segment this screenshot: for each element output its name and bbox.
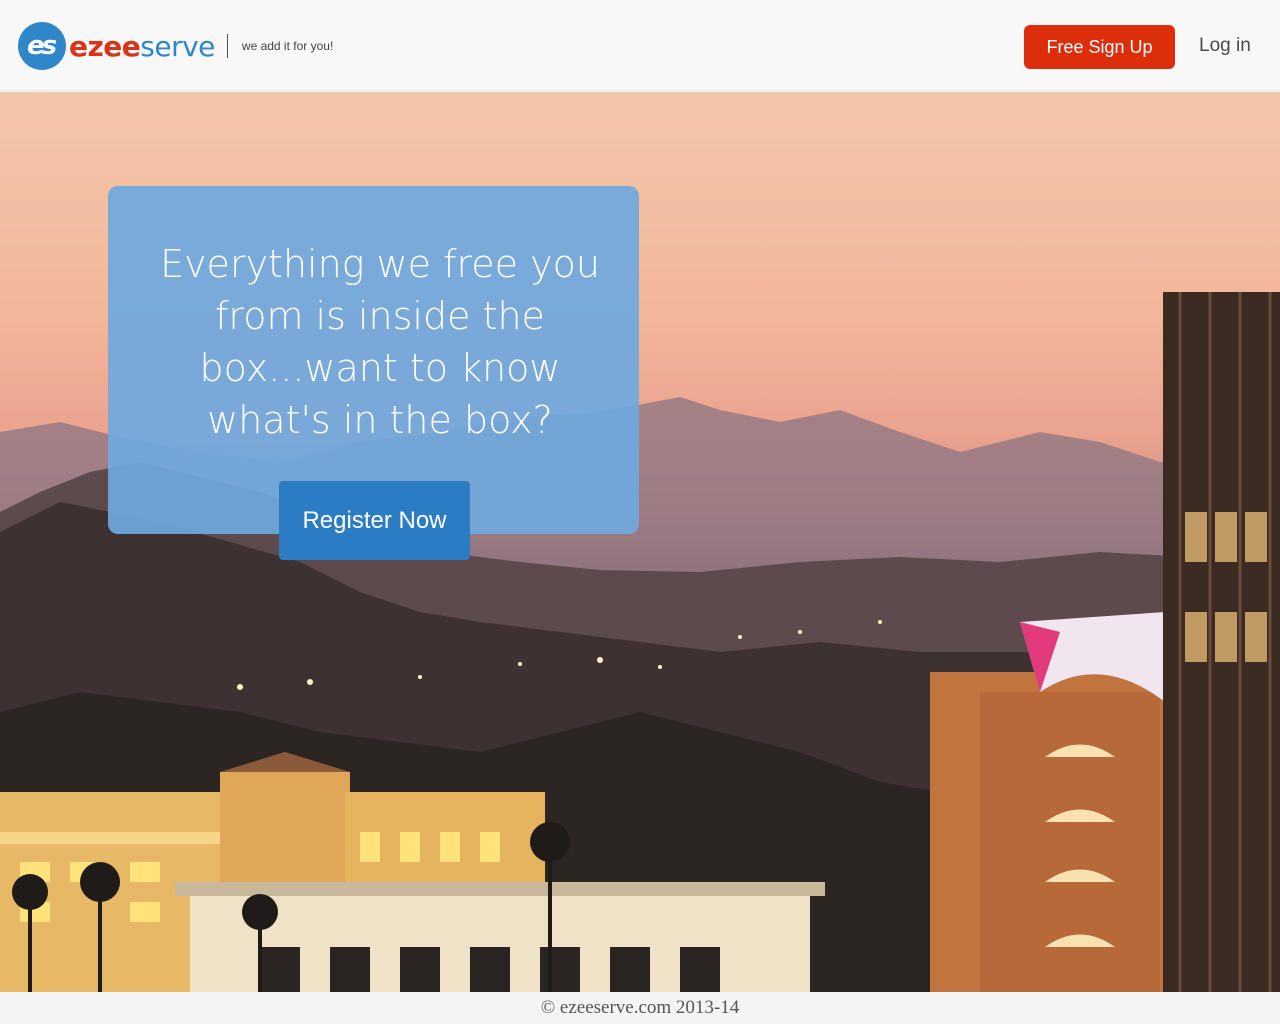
promo-headline-line: Everything we free you <box>160 242 600 286</box>
free-sign-up-button[interactable]: Free Sign Up <box>1024 25 1175 69</box>
promo-headline-line: what's in the box? <box>207 398 553 442</box>
promo-headline-line: from is inside the <box>215 294 545 338</box>
logo-word-serve: serve <box>140 29 215 63</box>
logo-badge-icon: es <box>18 22 66 70</box>
logo-badge-text: es <box>26 31 57 61</box>
top-header: es ezeeserve we add it for you! Free Sig… <box>0 0 1280 91</box>
promo-headline-line: box...want to know <box>199 346 561 390</box>
footer: © ezeeserve.com 2013-14 <box>0 992 1280 1024</box>
ezeeserve-logo[interactable]: es ezeeserve we add it for you! <box>18 22 333 70</box>
copyright-text: © ezeeserve.com 2013-14 <box>540 997 740 1018</box>
logo-word-ezee: ezee <box>69 29 141 63</box>
tagline: we add it for you! <box>241 39 334 53</box>
log-in-link[interactable]: Log in <box>1199 35 1251 57</box>
promo-headline: Everything we free you from is inside th… <box>0 238 760 446</box>
logo-wordmark: ezeeserve <box>69 30 215 63</box>
register-now-button[interactable]: Register Now <box>279 481 470 560</box>
logo-divider <box>226 34 228 58</box>
